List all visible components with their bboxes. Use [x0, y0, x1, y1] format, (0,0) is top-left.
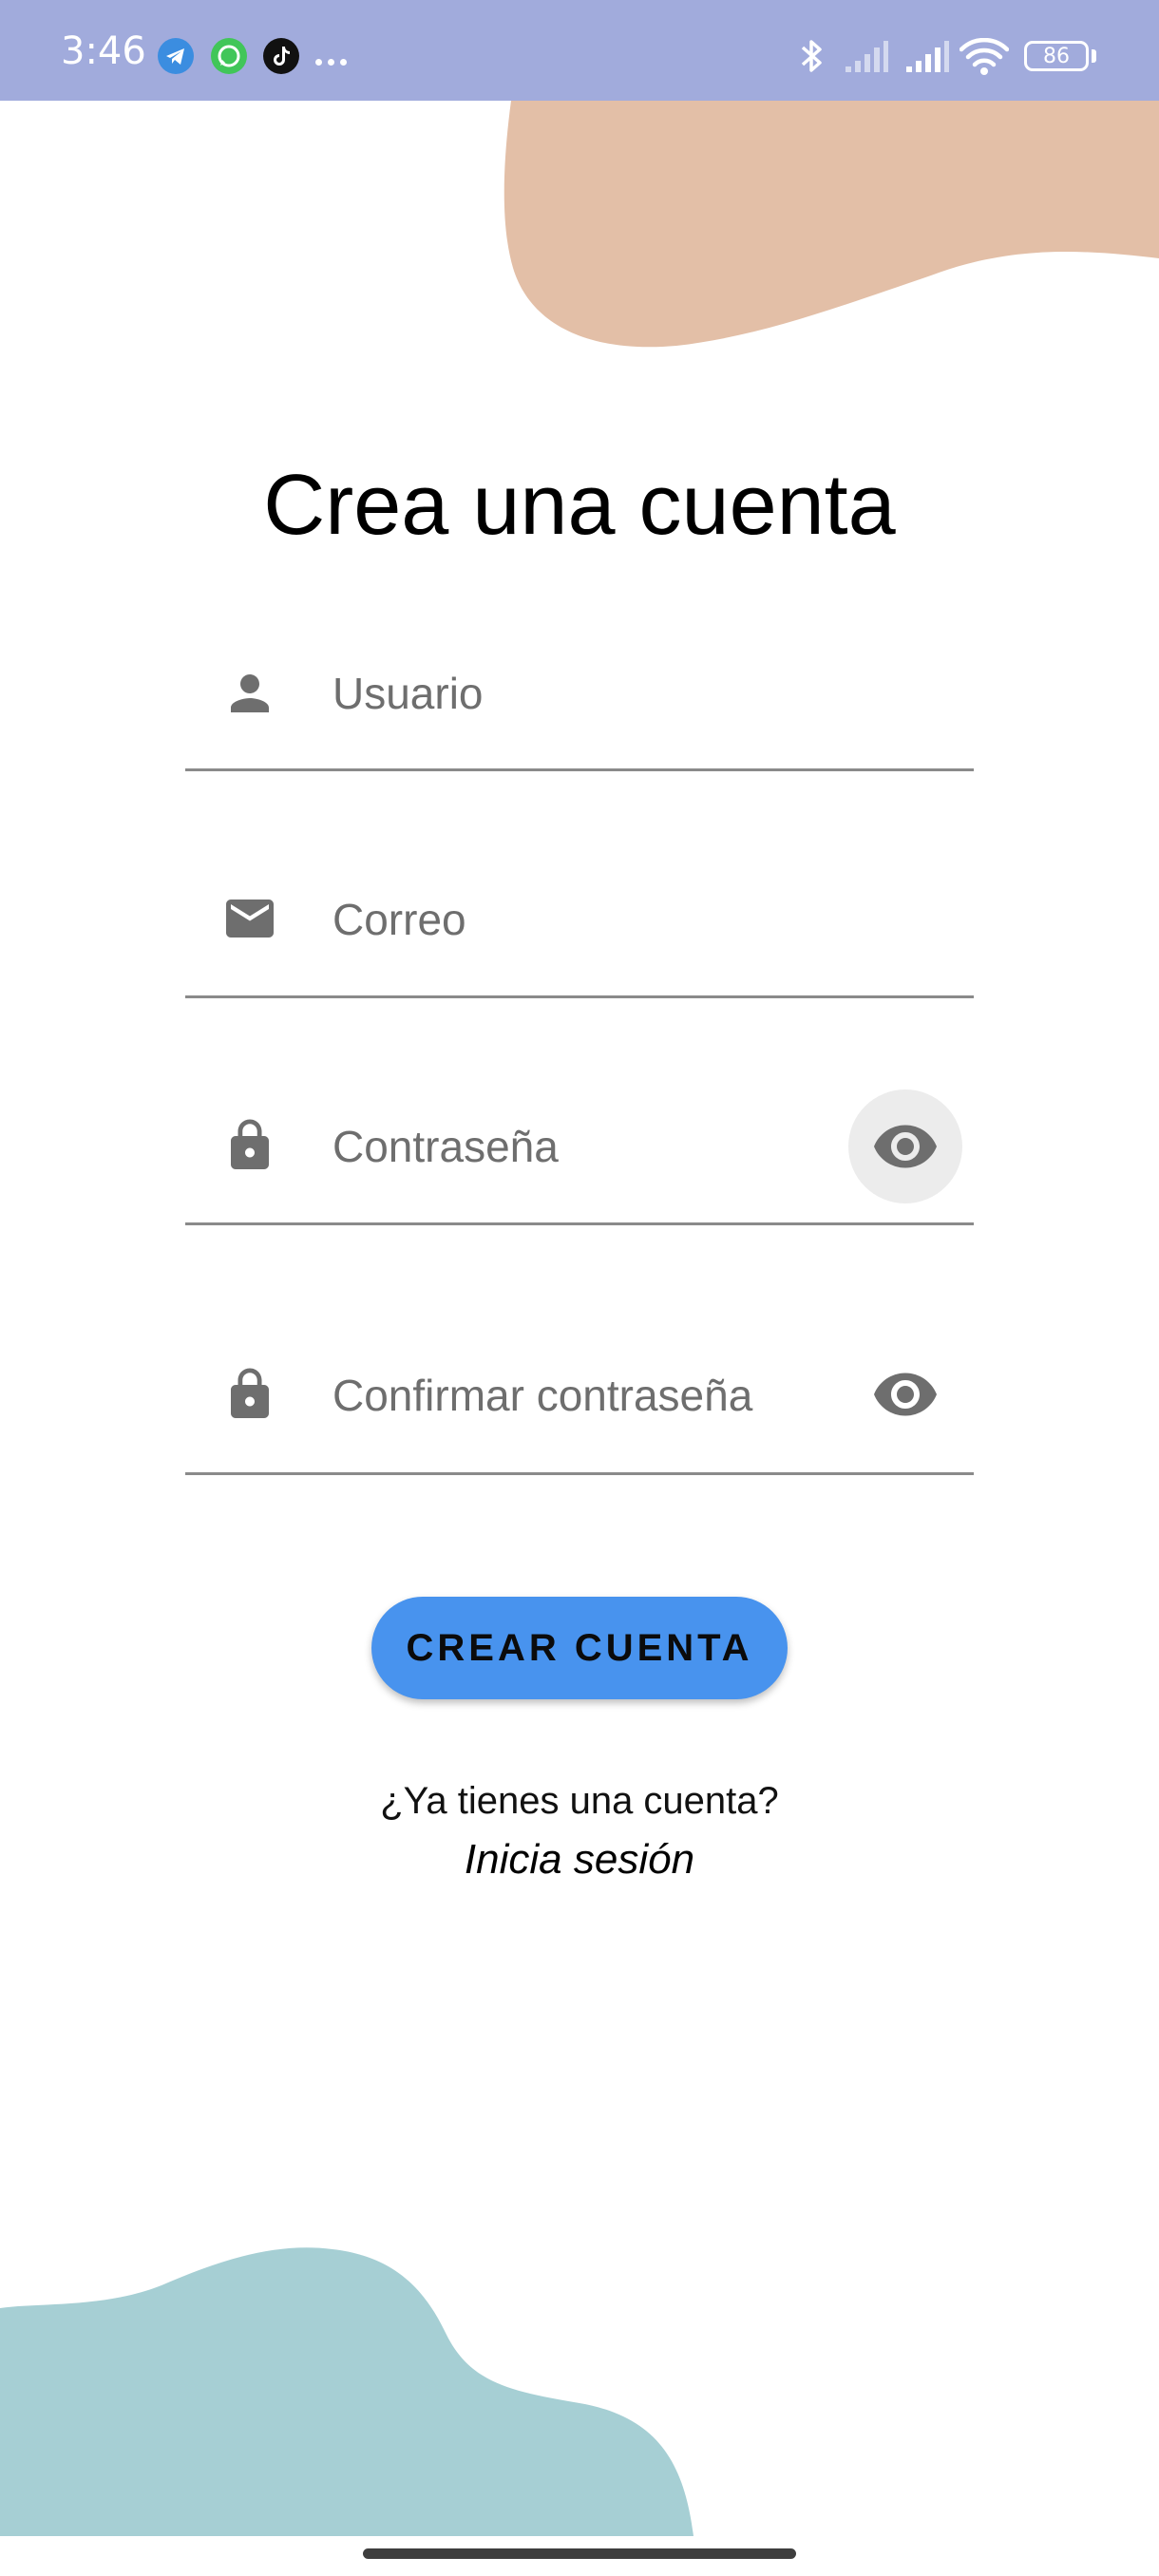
battery-level: 86: [1043, 45, 1070, 68]
home-indicator[interactable]: [363, 2548, 796, 2559]
page-title: Crea una cuenta: [263, 458, 896, 553]
lock-icon: [221, 1366, 278, 1423]
lock-icon: [221, 1117, 278, 1174]
status-bar: 3:46 86: [0, 0, 1159, 101]
tiktok-icon: [263, 38, 299, 74]
top-decorative-blob: [504, 101, 1159, 348]
password-input[interactable]: [332, 1113, 826, 1180]
toggle-confirm-password-visibility-button[interactable]: [848, 1337, 962, 1451]
toggle-password-visibility-button[interactable]: [848, 1089, 962, 1203]
mail-icon: [221, 890, 278, 947]
login-link[interactable]: Inicia sesión: [0, 1835, 1159, 1885]
battery-nub: [1092, 49, 1096, 63]
have-account-prompt: ¿Ya tienes una cuenta?: [380, 1780, 779, 1822]
bluetooth-icon: [794, 36, 828, 81]
signal-1-icon: [844, 40, 889, 79]
username-field[interactable]: [185, 648, 974, 771]
email-input[interactable]: [332, 886, 864, 953]
whatsapp-icon: [211, 38, 247, 74]
username-input[interactable]: [332, 660, 864, 727]
eye-icon: [874, 1125, 937, 1168]
email-field[interactable]: [185, 875, 974, 998]
confirm-password-input[interactable]: [332, 1362, 826, 1429]
more-notifications-icon: [315, 53, 352, 70]
eye-icon: [874, 1373, 937, 1416]
bottom-decorative-blob: [0, 2247, 694, 2536]
telegram-icon: [158, 38, 194, 74]
confirm-password-field[interactable]: [185, 1352, 974, 1475]
battery-icon: 86: [1024, 41, 1089, 71]
person-icon: [221, 665, 278, 722]
password-field[interactable]: [185, 1089, 974, 1225]
signal-2-icon: [904, 40, 950, 79]
status-time: 3:46: [61, 29, 146, 73]
create-account-button[interactable]: CREAR CUENTA: [371, 1597, 788, 1699]
wifi-icon: [959, 37, 1010, 81]
